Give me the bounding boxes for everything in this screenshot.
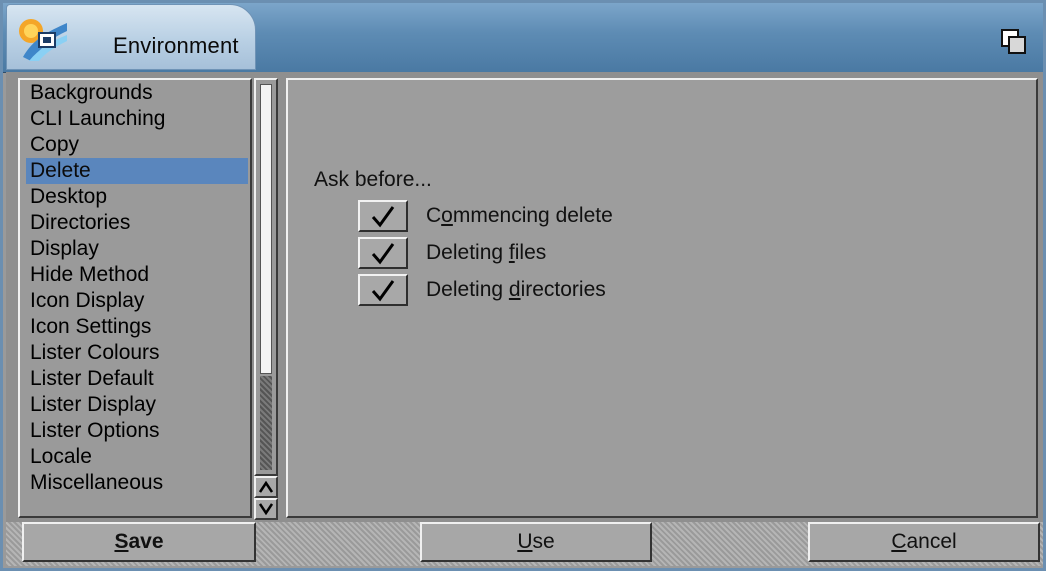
list-item[interactable]: Icon Display xyxy=(26,288,248,314)
scroll-up-icon xyxy=(259,481,273,493)
list-item[interactable]: Lister Default xyxy=(26,366,248,392)
list-item[interactable]: Copy xyxy=(26,132,248,158)
save-button[interactable]: Save xyxy=(22,522,256,562)
title-bar[interactable]: Environment xyxy=(0,0,1046,73)
list-item[interactable]: Lister Options xyxy=(26,418,248,444)
deleting-directories-label[interactable]: Deleting directories xyxy=(426,278,606,302)
list-item[interactable]: Desktop xyxy=(26,184,248,210)
commencing-delete-checkbox[interactable] xyxy=(358,200,408,232)
environment-app-icon xyxy=(19,19,67,61)
list-item[interactable]: CLI Launching xyxy=(26,106,248,132)
deleting-files-checkbox[interactable] xyxy=(358,237,408,269)
commencing-delete-label[interactable]: Commencing delete xyxy=(426,204,613,228)
category-list[interactable]: Backgrounds CLI Launching Copy Delete De… xyxy=(18,78,252,518)
scroll-down-icon xyxy=(259,503,273,515)
deleting-directories-checkbox[interactable] xyxy=(358,274,408,306)
checkmark-icon xyxy=(371,206,395,228)
list-item[interactable]: Icon Settings xyxy=(26,314,248,340)
list-item[interactable]: Lister Colours xyxy=(26,340,248,366)
cancel-button[interactable]: Cancel xyxy=(808,522,1040,562)
checkmark-icon xyxy=(371,243,395,265)
list-item[interactable]: Display xyxy=(26,236,248,262)
deleting-files-label[interactable]: Deleting files xyxy=(426,241,546,265)
scroll-up-button[interactable] xyxy=(254,476,278,498)
scrollbar-thumb[interactable] xyxy=(260,84,272,374)
title-tab[interactable]: Environment xyxy=(6,4,256,70)
checkmark-icon xyxy=(371,280,395,302)
scrollbar-remaining-track[interactable] xyxy=(260,376,272,470)
list-item[interactable]: Lister Display xyxy=(26,392,248,418)
scroll-down-button[interactable] xyxy=(254,498,278,520)
list-item-selected[interactable]: Delete xyxy=(26,158,248,184)
list-item[interactable]: Directories xyxy=(26,210,248,236)
list-item[interactable]: Locale xyxy=(26,444,248,470)
list-scrollbar[interactable] xyxy=(254,78,278,476)
list-item[interactable]: Backgrounds xyxy=(26,80,248,106)
panel-heading: Ask before... xyxy=(314,168,432,191)
window-depth-icon[interactable] xyxy=(1001,29,1027,55)
list-item[interactable]: Miscellaneous xyxy=(26,470,248,496)
window-title: Environment xyxy=(113,33,239,58)
use-button[interactable]: Use xyxy=(420,522,652,562)
list-item[interactable]: Hide Method xyxy=(26,262,248,288)
